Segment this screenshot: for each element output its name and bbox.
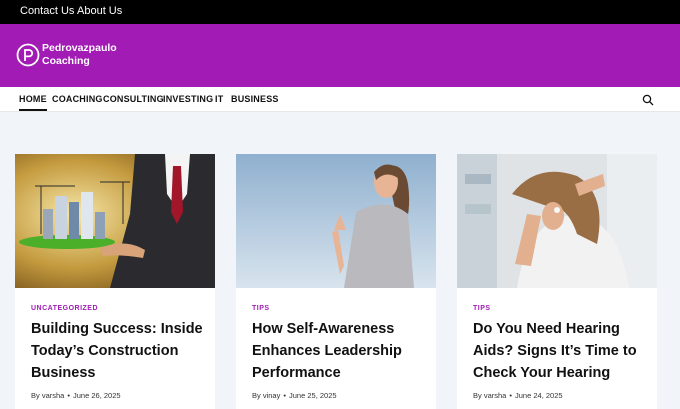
site-header: Pedrovazpaulo Coaching [0, 24, 680, 87]
hearing-aid-woman-image [457, 154, 657, 288]
post-date: June 24, 2025 [515, 391, 563, 400]
search-icon[interactable] [642, 94, 654, 106]
post-title[interactable]: Building Success: Inside Today’s Constru… [31, 318, 206, 384]
post-meta: By varsha • June 26, 2025 [31, 391, 121, 400]
post-date: June 26, 2025 [73, 391, 121, 400]
post-thumbnail[interactable] [236, 154, 436, 288]
nav-item-home[interactable]: HOME [19, 94, 47, 111]
post-card[interactable]: TIPS Do You Need Hearing Aids? Signs It’… [457, 154, 657, 409]
post-meta: By vinay • June 25, 2025 [252, 391, 337, 400]
top-bar: Contact Us About Us [0, 0, 680, 24]
post-card[interactable]: TIPS How Self-Awareness Enhances Leaders… [236, 154, 436, 409]
meditating-woman-image [236, 154, 436, 288]
site-logo[interactable]: Pedrovazpaulo Coaching [16, 42, 117, 68]
post-date: June 25, 2025 [289, 391, 337, 400]
brand-name-line1: Pedrovazpaulo [42, 42, 117, 54]
post-meta: By varsha • June 24, 2025 [473, 391, 563, 400]
main-nav: HOME COACHING CONSULTING INVESTING IT BU… [0, 87, 680, 112]
post-author[interactable]: By vinay [252, 391, 280, 400]
nav-item-investing[interactable]: INVESTING [163, 94, 213, 104]
about-us-link[interactable]: About Us [77, 5, 122, 17]
brand-name-line2: Coaching [42, 55, 90, 67]
nav-item-business[interactable]: BUSINESS [231, 94, 279, 104]
post-title[interactable]: Do You Need Hearing Aids? Signs It’s Tim… [473, 318, 648, 384]
nav-item-consulting[interactable]: CONSULTING [103, 94, 164, 104]
businessman-city-image [15, 154, 215, 288]
contact-us-link[interactable]: Contact Us [20, 5, 74, 17]
post-author[interactable]: By varsha [31, 391, 64, 400]
post-author[interactable]: By varsha [473, 391, 506, 400]
post-thumbnail[interactable] [15, 154, 215, 288]
post-category[interactable]: TIPS [252, 305, 270, 312]
nav-item-it[interactable]: IT [215, 94, 223, 104]
post-thumbnail[interactable] [457, 154, 657, 288]
post-card[interactable]: UNCATEGORIZED Building Success: Inside T… [15, 154, 215, 409]
post-category[interactable]: TIPS [473, 305, 491, 312]
post-title[interactable]: How Self-Awareness Enhances Leadership P… [252, 318, 427, 384]
post-category[interactable]: UNCATEGORIZED [31, 305, 98, 312]
nav-item-coaching[interactable]: COACHING [52, 94, 103, 104]
logo-icon [16, 43, 40, 67]
